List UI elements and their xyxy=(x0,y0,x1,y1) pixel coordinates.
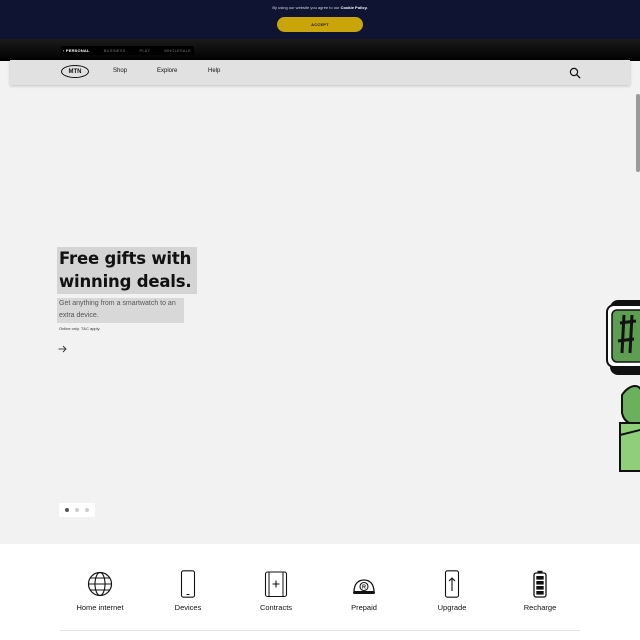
quick-link-recharge[interactable]: Recharge xyxy=(505,570,575,612)
carousel-dot-2[interactable] xyxy=(75,508,79,512)
scrollbar-thumb[interactable] xyxy=(636,94,640,172)
segment-business[interactable]: BUSINESS xyxy=(104,48,126,53)
search-icon[interactable] xyxy=(569,67,581,79)
quick-link-upgrade[interactable]: Upgrade xyxy=(417,570,487,612)
quick-link-contracts[interactable]: Contracts xyxy=(241,570,311,612)
cookie-policy-link[interactable]: Cookie Policy. xyxy=(341,5,368,10)
segment-wholesale[interactable]: WHOLESALE xyxy=(164,48,191,53)
cookie-banner: By using our website you agree to our Co… xyxy=(0,0,640,39)
nav-explore[interactable]: Explore xyxy=(157,68,177,74)
hero-note: Online only. T&C apply. xyxy=(59,326,101,331)
segment-personal[interactable]: ‹ PERSONAL xyxy=(63,48,90,53)
accept-button[interactable]: ACCEPT xyxy=(277,17,363,32)
quick-link-prepaid[interactable]: R Prepaid xyxy=(329,570,399,612)
svg-text:R: R xyxy=(362,585,366,591)
quick-link-home-internet[interactable]: Home internet xyxy=(65,570,135,612)
hero-title: Free gifts with winning deals. xyxy=(57,247,197,294)
nav-shop[interactable]: Shop xyxy=(113,68,127,74)
recharge-battery-icon xyxy=(533,570,547,598)
mtn-logo[interactable]: MTN xyxy=(61,65,89,78)
quick-link-devices[interactable]: Devices xyxy=(153,570,223,612)
main-nav xyxy=(10,60,630,85)
nav-help[interactable]: Help xyxy=(208,68,220,74)
carousel-dots xyxy=(59,503,95,517)
segment-switcher: ‹ PERSONAL BUSINESS PLAY WHOLESALE xyxy=(61,46,194,55)
phone-icon xyxy=(180,570,196,598)
hero-subtitle: Get anything from a smartwatch to an ext… xyxy=(57,298,184,323)
carousel-dot-1[interactable] xyxy=(65,508,69,512)
segment-play[interactable]: PLAY xyxy=(140,48,151,53)
cookie-text: By using our website you agree to our Co… xyxy=(272,5,368,10)
divider xyxy=(60,630,580,631)
prepaid-icon: R xyxy=(353,579,375,594)
globe-icon xyxy=(87,571,113,597)
contract-phone-icon xyxy=(264,571,288,598)
upgrade-phone-icon xyxy=(444,570,460,598)
hero-illustration xyxy=(606,300,640,472)
arrow-right-icon[interactable] xyxy=(58,345,67,353)
carousel-dot-3[interactable] xyxy=(85,508,89,512)
